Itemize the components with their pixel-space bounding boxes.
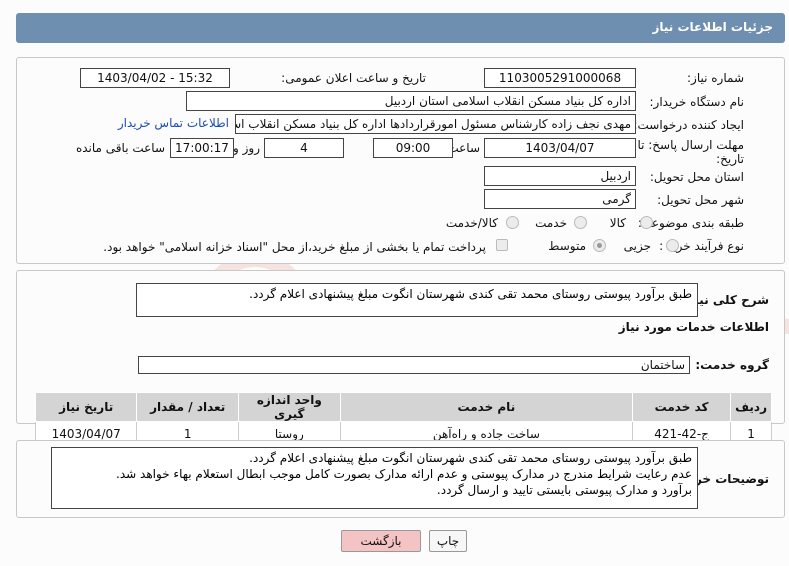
days-label: روز و	[233, 141, 260, 155]
table-header-row: ردیف کد خدمت نام خدمت واحد اندازه گیری ت…	[34, 392, 772, 422]
contact-buyer-link[interactable]: اطلاعات تماس خریدار	[118, 116, 229, 130]
process-option-medium: متوسط	[548, 239, 586, 253]
deadline-time-field: 09:00	[373, 138, 453, 158]
city-field: گرمی	[484, 189, 636, 209]
category-option-service: خدمت	[535, 216, 567, 230]
service-group-label: گروه خدمت:	[695, 358, 769, 372]
category-radio-goods-service[interactable]	[506, 216, 519, 229]
need-number-field: 1103005291000068	[484, 68, 636, 88]
requester-field: مهدی نجف زاده کارشناس مسئول امورقرارداده…	[235, 114, 636, 134]
col-header-unit: واحد اندازه گیری	[238, 392, 341, 422]
announce-label: تاریخ و ساعت اعلان عمومی:	[281, 71, 426, 85]
col-header-row-number: ردیف	[730, 392, 772, 422]
col-header-need-date: تاریخ نیاز	[34, 392, 138, 422]
process-radio-medium[interactable]	[593, 239, 606, 252]
requester-label: ایجاد کننده درخواست:	[633, 118, 744, 132]
category-radio-goods[interactable]	[640, 216, 653, 229]
deadline-label: مهلت ارسال پاسخ: تا تاریخ:	[637, 138, 744, 166]
category-radio-service[interactable]	[574, 216, 587, 229]
process-radio-minor[interactable]	[666, 239, 679, 252]
summary-textarea[interactable]: طبق برآورد پیوستی روستای محمد تقی کندی ش…	[136, 283, 698, 317]
category-option-goods-service: کالا/خدمت	[445, 216, 498, 230]
category-option-goods: کالا	[609, 216, 626, 230]
deadline-date-field: 1403/04/07	[484, 138, 636, 158]
page-title: جزئیات اطلاعات نیاز	[652, 20, 773, 34]
back-button[interactable]: بازگشت	[341, 530, 421, 552]
remaining-time-field: 17:00:17	[170, 138, 234, 158]
service-group-field: ساختمان	[138, 356, 690, 374]
col-header-quantity: تعداد / مقدار	[136, 392, 240, 422]
page-header: جزئیات اطلاعات نیاز	[16, 13, 785, 43]
province-label: استان محل تحویل:	[649, 170, 744, 184]
buyer-notes-textarea[interactable]: طبق برآورد پیوستی روستای محمد تقی کندی ش…	[51, 447, 698, 509]
treasury-payment-text: پرداخت تمام یا بخشی از مبلغ خرید،از محل …	[103, 240, 486, 254]
buyer-org-label: نام دستگاه خریدار:	[649, 95, 745, 109]
col-header-service-name: نام خدمت	[339, 392, 634, 422]
print-button[interactable]: چاپ	[429, 530, 467, 552]
need-number-label: شماره نیاز:	[687, 71, 744, 85]
process-option-minor: جزیی	[623, 239, 651, 253]
announce-field: 1403/04/02 - 15:32	[80, 68, 230, 88]
services-table: ردیف کد خدمت نام خدمت واحد اندازه گیری ت…	[34, 392, 772, 446]
category-label: طبقه بندی موضوعی:	[637, 216, 744, 230]
buyer-org-field: اداره کل بنیاد مسکن انقلاب اسلامی استان …	[186, 91, 636, 111]
col-header-service-code: کد خدمت	[632, 392, 732, 422]
treasury-payment-checkbox[interactable]	[496, 239, 508, 251]
province-field: اردبیل	[484, 166, 636, 186]
city-label: شهر محل تحویل:	[657, 193, 744, 207]
remaining-time-label: ساعت باقی مانده	[75, 141, 165, 155]
days-field: 4	[264, 138, 344, 158]
services-section-title: اطلاعات خدمات مورد نیاز	[618, 320, 769, 334]
